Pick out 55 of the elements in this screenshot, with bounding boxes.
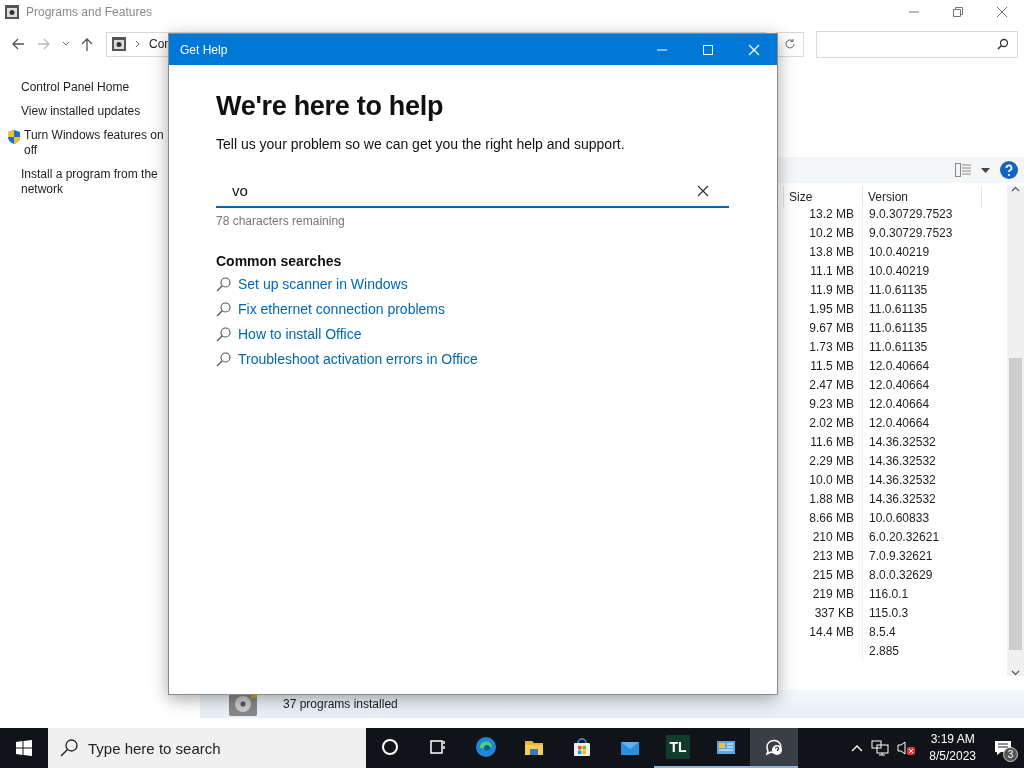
table-cell-text: 9.0.30729.7523 (868, 206, 954, 223)
table-cell-text: 8.0.0.32629 (868, 567, 934, 584)
table-cell-text: 12.0.40664 (868, 415, 931, 432)
table-cell: 2.47 MB (784, 376, 863, 395)
table-cell: 11.6 MB (784, 433, 863, 452)
table-cell-text: 115.0.3 (868, 605, 910, 622)
table-cell-text: 14.36.32532 (868, 434, 937, 451)
table-cell: 11.1 MB (784, 262, 863, 281)
table-cell-text: 10.0.40219 (868, 244, 931, 261)
table-cell-text: 6.0.20.32621 (868, 529, 941, 546)
table-cell: 1.73 MB (784, 338, 863, 357)
table-cell: 13.2 MB (784, 205, 863, 224)
table-cell: 10.2 MB (784, 224, 863, 243)
table-cell: 9.23 MB (784, 395, 863, 414)
table-cell-text: 14.36.32532 (868, 491, 937, 508)
table-cell-text: 12.0.40664 (868, 358, 931, 375)
table-cell-text: 7.0.9.32621 (868, 548, 934, 565)
table-cell: 9.67 MB (784, 319, 863, 338)
heading: We're here to help (216, 91, 445, 122)
table-cell-text: 2.885 (868, 643, 901, 660)
table-cell: 1.95 MB (784, 300, 863, 319)
table-cell: 219 MB (784, 585, 863, 604)
table-cell-text: 10.0.60833 (868, 510, 931, 527)
table-cell-text: 116.0.1 (868, 586, 910, 603)
dialog-title: Get Help (180, 42, 229, 57)
table-cell-text: 9.0.30729.7523 (868, 225, 954, 242)
table-cell-text: 14.36.32532 (868, 472, 937, 489)
app-icon: TL (666, 735, 690, 759)
table-cell: 337 KB (784, 604, 863, 623)
table-cell: 10.0 MB (784, 471, 863, 490)
character-count: 78 characters remaining (216, 214, 346, 228)
window-title: Programs and Features (26, 5, 154, 19)
table-cell: 8.66 MB (784, 509, 863, 528)
table-cell: 14.4 MB (784, 623, 863, 642)
status-text: 37 programs installed (283, 697, 398, 711)
table-cell-text: 11.0.61135 (868, 301, 929, 318)
table-cell-text: 11.0.61135 (868, 339, 929, 356)
subtitle: Tell us your problem so we can get you the right help and support. (216, 136, 626, 152)
table-cell-text: 11.0.61135 (868, 320, 929, 337)
table-cell: 210 MB (784, 528, 863, 547)
table-cell-text: 11.0.61135 (868, 282, 929, 299)
section-title: Common searches (216, 253, 343, 269)
table-cell: 11.5 MB (784, 357, 863, 376)
table-cell-text: 12.0.40664 (868, 377, 931, 394)
table-cell-text: 14.36.32532 (868, 453, 937, 470)
table-cell-text: 8.5.4 (868, 624, 897, 641)
table-cell: 2.29 MB (784, 452, 863, 471)
table-cell-text: 12.0.40664 (868, 396, 931, 413)
table-cell: 1.88 MB (784, 490, 863, 509)
table-cell: 215 MB (784, 566, 863, 585)
table-cell: 2.02 MB (784, 414, 863, 433)
table-cell-text: 10.0.40219 (868, 263, 931, 280)
table-cell: 11.9 MB (784, 281, 863, 300)
table-cell: 213 MB (784, 547, 863, 566)
table-cell: 13.8 MB (784, 243, 863, 262)
